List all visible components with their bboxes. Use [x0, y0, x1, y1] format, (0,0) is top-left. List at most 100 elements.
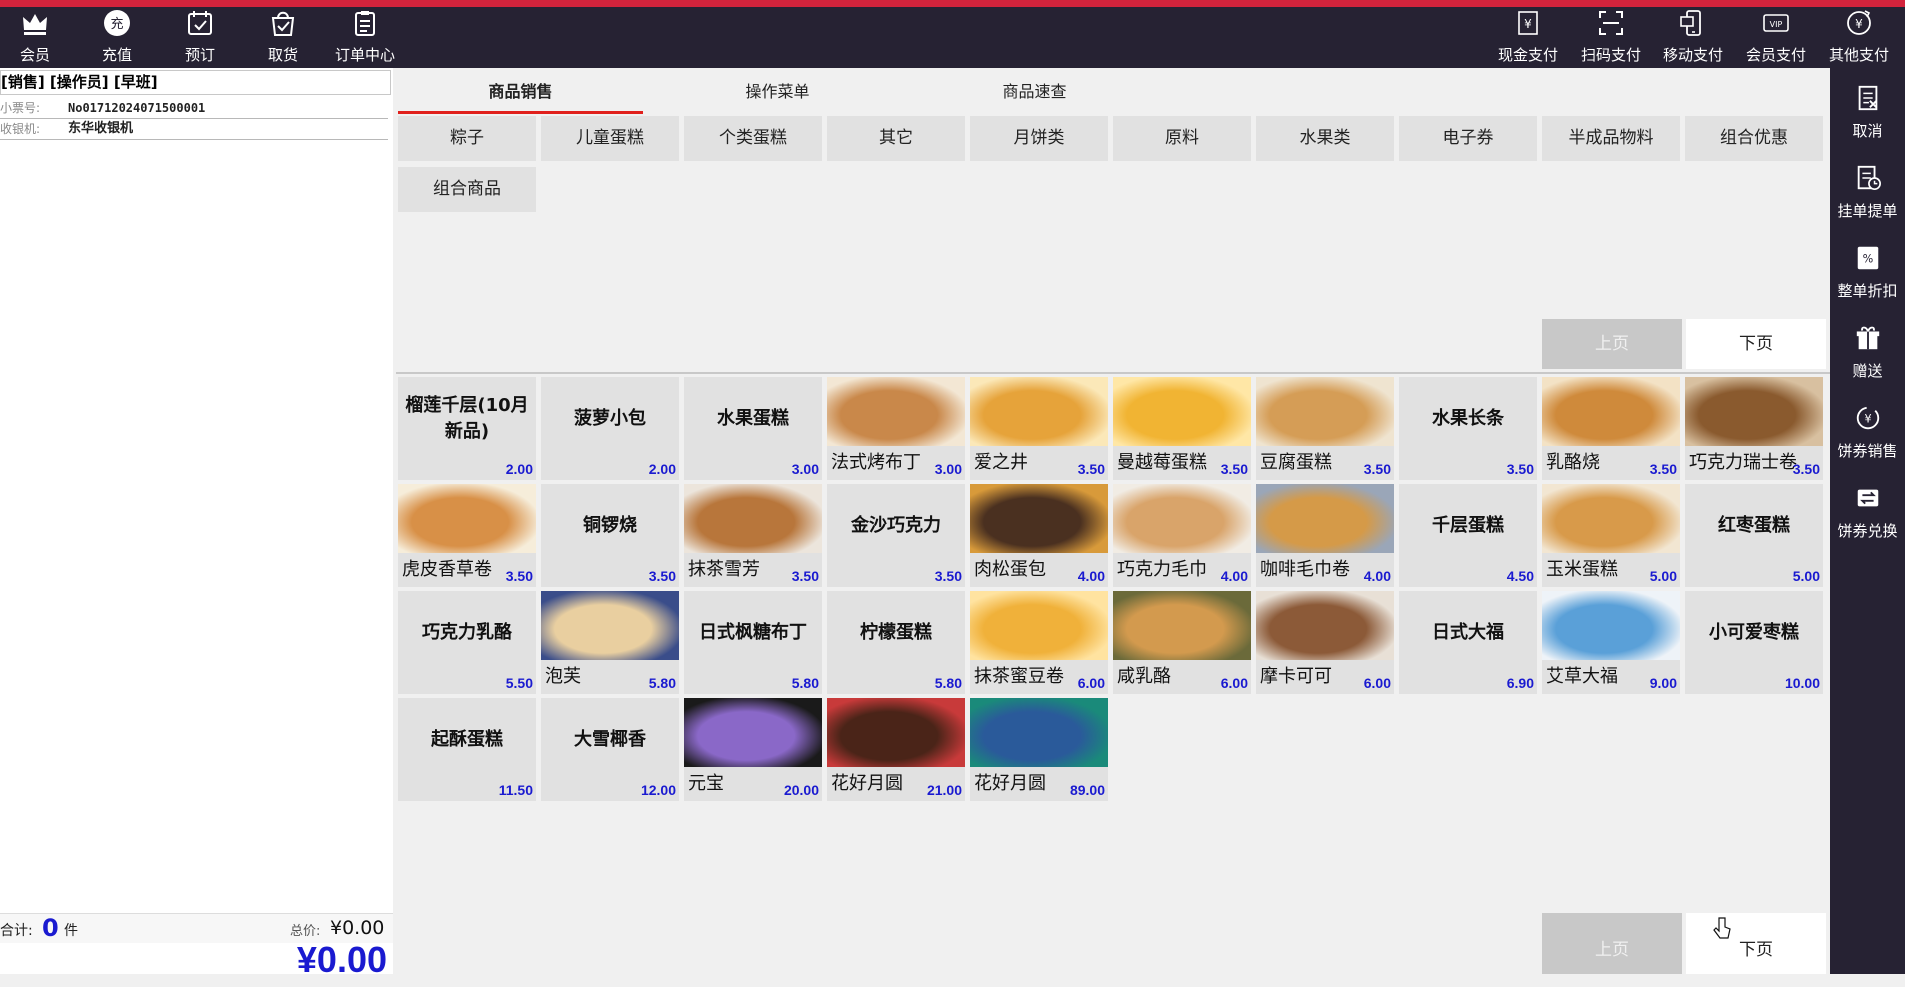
product-card[interactable]: 肉松蛋包 4.00	[970, 484, 1108, 587]
product-card[interactable]: 花好月圆 89.00	[970, 698, 1108, 801]
product-name: 榴莲千层(10月新品)	[405, 394, 529, 442]
product-card[interactable]: 法式烤布丁 3.00	[827, 377, 965, 480]
category-button[interactable]: 电子券	[1399, 116, 1537, 161]
product-card[interactable]: 巧克力乳酪 5.50	[398, 591, 536, 694]
section-divider	[396, 372, 1830, 374]
category-next-page-button[interactable]: 下页	[1686, 319, 1826, 369]
sidebar-button-discount[interactable]: % 整单折扣	[1830, 232, 1905, 312]
product-next-page-button[interactable]: 下页	[1686, 913, 1826, 974]
product-card[interactable]: 抹茶蜜豆卷 6.00	[970, 591, 1108, 694]
product-card[interactable]: 水果蛋糕 3.00	[684, 377, 822, 480]
product-card[interactable]: 大雪椰香 12.00	[541, 698, 679, 801]
product-image	[970, 591, 1108, 660]
product-card[interactable]: 千层蛋糕 4.50	[1399, 484, 1537, 587]
product-card[interactable]: 玉米蛋糕 5.00	[1542, 484, 1680, 587]
category-button[interactable]: 组合商品	[398, 167, 536, 212]
cashier-value: 东华收银机	[68, 121, 134, 136]
product-price: 3.50	[791, 568, 819, 584]
product-price: 10.00	[1784, 675, 1820, 691]
product-card[interactable]: 摩卡可可 6.00	[1256, 591, 1394, 694]
product-card[interactable]: 水果长条 3.50	[1399, 377, 1537, 480]
product-name: 起酥蛋糕	[431, 728, 503, 750]
tab-1[interactable]: 操作菜单	[655, 68, 900, 114]
payment-button-vip-card[interactable]: VIP 会员支付	[1736, 7, 1816, 68]
product-image	[684, 698, 822, 767]
payment-button-label: 现金支付	[1497, 46, 1558, 64]
payment-button-mobile-pay[interactable]: 移动支付	[1653, 7, 1733, 68]
category-button[interactable]: 其它	[827, 116, 965, 161]
product-price: 9.00	[1649, 675, 1677, 691]
payment-button-label: 移动支付	[1662, 46, 1723, 64]
product-card[interactable]: 曼越莓蛋糕 3.50	[1113, 377, 1251, 480]
category-button[interactable]: 半成品物料	[1542, 116, 1680, 161]
product-price: 12.00	[640, 782, 676, 798]
product-image	[1256, 591, 1394, 660]
product-image	[1256, 377, 1394, 446]
category-button[interactable]: 月饼类	[970, 116, 1108, 161]
sidebar-button-cancel-doc[interactable]: 取消	[1830, 72, 1905, 152]
product-price: 2.00	[505, 461, 533, 477]
product-card[interactable]: 日式大福 6.90	[1399, 591, 1537, 694]
product-card[interactable]: 日式枫糖布丁 5.80	[684, 591, 822, 694]
product-card[interactable]: 抹茶雪芳 3.50	[684, 484, 822, 587]
product-card[interactable]: 柠檬蛋糕 5.80	[827, 591, 965, 694]
toolbar-button-calendar-check[interactable]: 预订	[160, 7, 240, 68]
toolbar-button-crown[interactable]: 会员	[0, 7, 75, 68]
product-price: 3.50	[1792, 461, 1820, 477]
product-card[interactable]: 豆腐蛋糕 3.50	[1256, 377, 1394, 480]
product-card[interactable]: 铜锣烧 3.50	[541, 484, 679, 587]
product-card[interactable]: 咖啡毛巾卷 4.00	[1256, 484, 1394, 587]
right-sidebar: 取消 挂单提单% 整单折扣 赠送 ¥ 饼券销售 饼券兑换	[1830, 68, 1905, 974]
category-button[interactable]: 水果类	[1256, 116, 1394, 161]
product-price: 4.00	[1220, 568, 1248, 584]
product-card[interactable]: 巧克力瑞士卷 3.50	[1685, 377, 1823, 480]
category-button[interactable]: 粽子	[398, 116, 536, 161]
product-card[interactable]: 红枣蛋糕 5.00	[1685, 484, 1823, 587]
product-card[interactable]: 小可爱枣糕 10.00	[1685, 591, 1823, 694]
product-price: 5.80	[648, 675, 676, 691]
product-card[interactable]: 虎皮香草卷 3.50	[398, 484, 536, 587]
product-card[interactable]: 花好月圆 21.00	[827, 698, 965, 801]
product-name: 铜锣烧	[583, 514, 637, 536]
product-card[interactable]: 咸乳酪 6.00	[1113, 591, 1251, 694]
sidebar-button-voucher-sale[interactable]: ¥ 饼券销售	[1830, 392, 1905, 472]
tab-2[interactable]: 商品速查	[912, 68, 1157, 114]
product-price: 3.50	[1506, 461, 1534, 477]
sidebar-button-hold-order[interactable]: 挂单提单	[1830, 152, 1905, 232]
category-prev-page-button[interactable]: 上页	[1542, 319, 1682, 369]
order-item-list[interactable]	[0, 143, 393, 979]
product-card[interactable]: 起酥蛋糕 11.50	[398, 698, 536, 801]
product-card[interactable]: 巧克力毛巾 4.00	[1113, 484, 1251, 587]
category-button[interactable]: 个类蛋糕	[684, 116, 822, 161]
clipboard-icon	[350, 8, 380, 44]
sidebar-button-gift[interactable]: 赠送	[1830, 312, 1905, 392]
toolbar-button-recharge[interactable]: 充充值	[77, 7, 157, 68]
tab-0[interactable]: 商品销售	[398, 68, 643, 114]
product-price: 3.00	[791, 461, 819, 477]
sidebar-button-voucher-exchange[interactable]: 饼券兑换	[1830, 472, 1905, 552]
product-card[interactable]: 榴莲千层(10月新品) 2.00	[398, 377, 536, 480]
product-card[interactable]: 菠萝小包 2.00	[541, 377, 679, 480]
product-card[interactable]: 金沙巧克力 3.50	[827, 484, 965, 587]
category-button[interactable]: 组合优惠	[1685, 116, 1823, 161]
svg-text:¥: ¥	[1864, 412, 1871, 425]
payment-button-scan[interactable]: 扫码支付	[1571, 7, 1651, 68]
product-prev-page-button[interactable]: 上页	[1542, 913, 1682, 974]
product-card[interactable]: 爱之井 3.50	[970, 377, 1108, 480]
product-name: 巧克力乳酪	[422, 621, 512, 643]
product-card[interactable]: 元宝 20.00	[684, 698, 822, 801]
product-price: 5.80	[934, 675, 962, 691]
toolbar-button-bag-check[interactable]: 取货	[243, 7, 323, 68]
payment-button-cash[interactable]: ¥ 现金支付	[1488, 7, 1568, 68]
product-card[interactable]: 艾草大福 9.00	[1542, 591, 1680, 694]
product-image	[684, 484, 822, 553]
payment-button-other-pay[interactable]: ¥ 其他支付	[1819, 7, 1899, 68]
total-price-label: 总价:	[290, 924, 321, 939]
product-card[interactable]: 乳酪烧 3.50	[1542, 377, 1680, 480]
toolbar-button-clipboard[interactable]: 订单中心	[325, 7, 405, 68]
product-image	[827, 377, 965, 446]
category-button[interactable]: 儿童蛋糕	[541, 116, 679, 161]
product-price: 6.00	[1220, 675, 1248, 691]
product-card[interactable]: 泡芙 5.80	[541, 591, 679, 694]
category-button[interactable]: 原料	[1113, 116, 1251, 161]
